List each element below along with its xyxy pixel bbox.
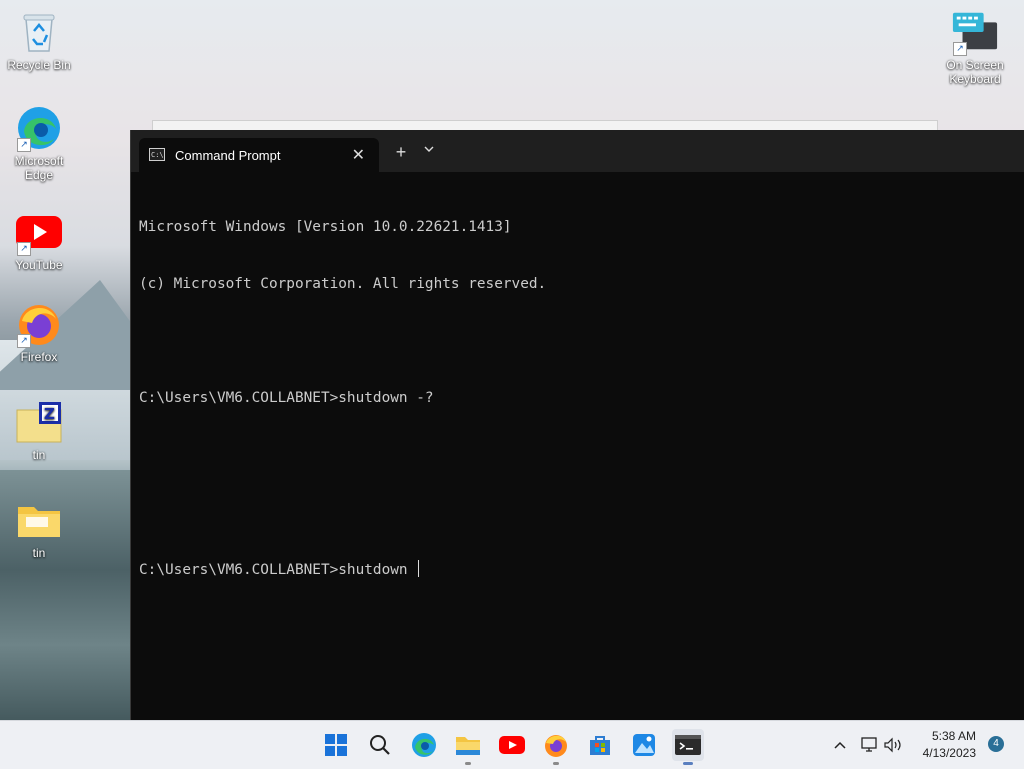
shortcut-arrow-icon: ↗ [953, 42, 967, 56]
shortcut-arrow-icon: ↗ [17, 242, 31, 256]
photos-icon [633, 734, 655, 756]
running-indicator [553, 762, 559, 765]
network-volume-button[interactable] [858, 729, 906, 761]
svg-text:Z: Z [44, 405, 55, 423]
file-explorer-icon [456, 737, 480, 755]
youtube-icon [499, 736, 525, 754]
close-tab-icon[interactable]: ✕ [352, 145, 365, 165]
shortcut-arrow-icon: ↗ [17, 138, 31, 152]
terminal-icon [675, 735, 701, 755]
taskbar-terminal[interactable] [672, 729, 704, 765]
desktop-icon-recycle-bin[interactable]: Recycle Bin [4, 8, 74, 72]
desktop-icon-label: tin [32, 448, 46, 462]
chevron-up-icon [834, 741, 846, 749]
search-button[interactable] [364, 729, 396, 761]
taskbar-edge[interactable] [408, 729, 440, 761]
zip-folder-icon: Z [15, 398, 63, 446]
console-output[interactable]: Microsoft Windows [Version 10.0.22621.14… [139, 180, 1009, 617]
text-cursor [418, 560, 420, 577]
desktop-icon-tin-zip[interactable]: Z tin [4, 398, 74, 462]
terminal-window[interactable]: C:\ Command Prompt ✕ + Microsoft Windows… [130, 130, 1024, 720]
firefox-icon: ↗ [15, 300, 63, 348]
taskbar-photos[interactable] [628, 729, 660, 761]
search-icon [370, 735, 390, 755]
taskbar-file-explorer[interactable] [452, 729, 484, 765]
network-icon [861, 737, 877, 752]
recycle-bin-icon [15, 8, 63, 56]
tab-title: Command Prompt [175, 148, 281, 163]
console-prompt: C:\Users\VM6.COLLABNET>shutdown [139, 562, 417, 578]
cmd-icon: C:\ [149, 148, 165, 161]
shortcut-arrow-icon: ↗ [17, 334, 31, 348]
clock-date[interactable]: 4/13/2023 [912, 746, 976, 760]
desktop-icon-label: Microsoft Edge [14, 154, 64, 182]
firefox-icon [545, 735, 567, 757]
taskbar-youtube[interactable] [496, 729, 528, 761]
desktop-icon-firefox[interactable]: ↗ Firefox [4, 300, 74, 364]
taskbar-firefox[interactable] [540, 729, 572, 765]
desktop-icon-youtube[interactable]: ↗ YouTube [4, 208, 74, 272]
tab-command-prompt[interactable]: C:\ Command Prompt ✕ [139, 138, 379, 172]
console-line: (c) Microsoft Corporation. All rights re… [139, 276, 547, 292]
start-button[interactable] [320, 729, 352, 761]
desktop-icon-label: Firefox [20, 350, 58, 364]
running-indicator [465, 762, 471, 765]
desktop-icon-tin-folder[interactable]: tin [4, 496, 74, 560]
show-hidden-icons-button[interactable] [826, 729, 854, 761]
start-icon [325, 734, 347, 756]
edge-icon: ↗ [15, 104, 63, 152]
console-line: C:\Users\VM6.COLLABNET>shutdown -? [139, 390, 434, 406]
console-line: Microsoft Windows [Version 10.0.22621.14… [139, 219, 512, 235]
keyboard-icon: ↗ [951, 8, 999, 56]
notification-badge[interactable]: 4 [988, 736, 1004, 752]
taskbar-store[interactable] [584, 729, 616, 761]
terminal-titlebar[interactable]: C:\ Command Prompt ✕ + [131, 130, 1024, 172]
desktop-icon-edge[interactable]: ↗ Microsoft Edge [4, 104, 74, 182]
folder-icon [15, 496, 63, 544]
new-tab-button[interactable]: + [389, 142, 413, 163]
volume-icon [884, 737, 901, 753]
store-icon [590, 736, 610, 755]
clock-time[interactable]: 5:38 AM [912, 729, 976, 743]
desktop-icon-on-screen-keyboard[interactable]: ↗ On Screen Keyboard [940, 8, 1010, 86]
desktop-icon-label: On Screen Keyboard [946, 58, 1004, 86]
desktop-icon-label: YouTube [15, 258, 63, 272]
desktop-icon-label: Recycle Bin [7, 58, 71, 72]
desktop-icon-label: tin [32, 546, 46, 560]
chevron-down-icon[interactable] [419, 142, 439, 156]
taskbar: 5:38 AM 4/13/2023 [0, 720, 1024, 769]
edge-icon [412, 733, 436, 757]
console-input-line[interactable]: C:\Users\VM6.COLLABNET>shutdown [139, 560, 1009, 579]
youtube-icon: ↗ [15, 208, 63, 256]
running-indicator [683, 762, 693, 765]
